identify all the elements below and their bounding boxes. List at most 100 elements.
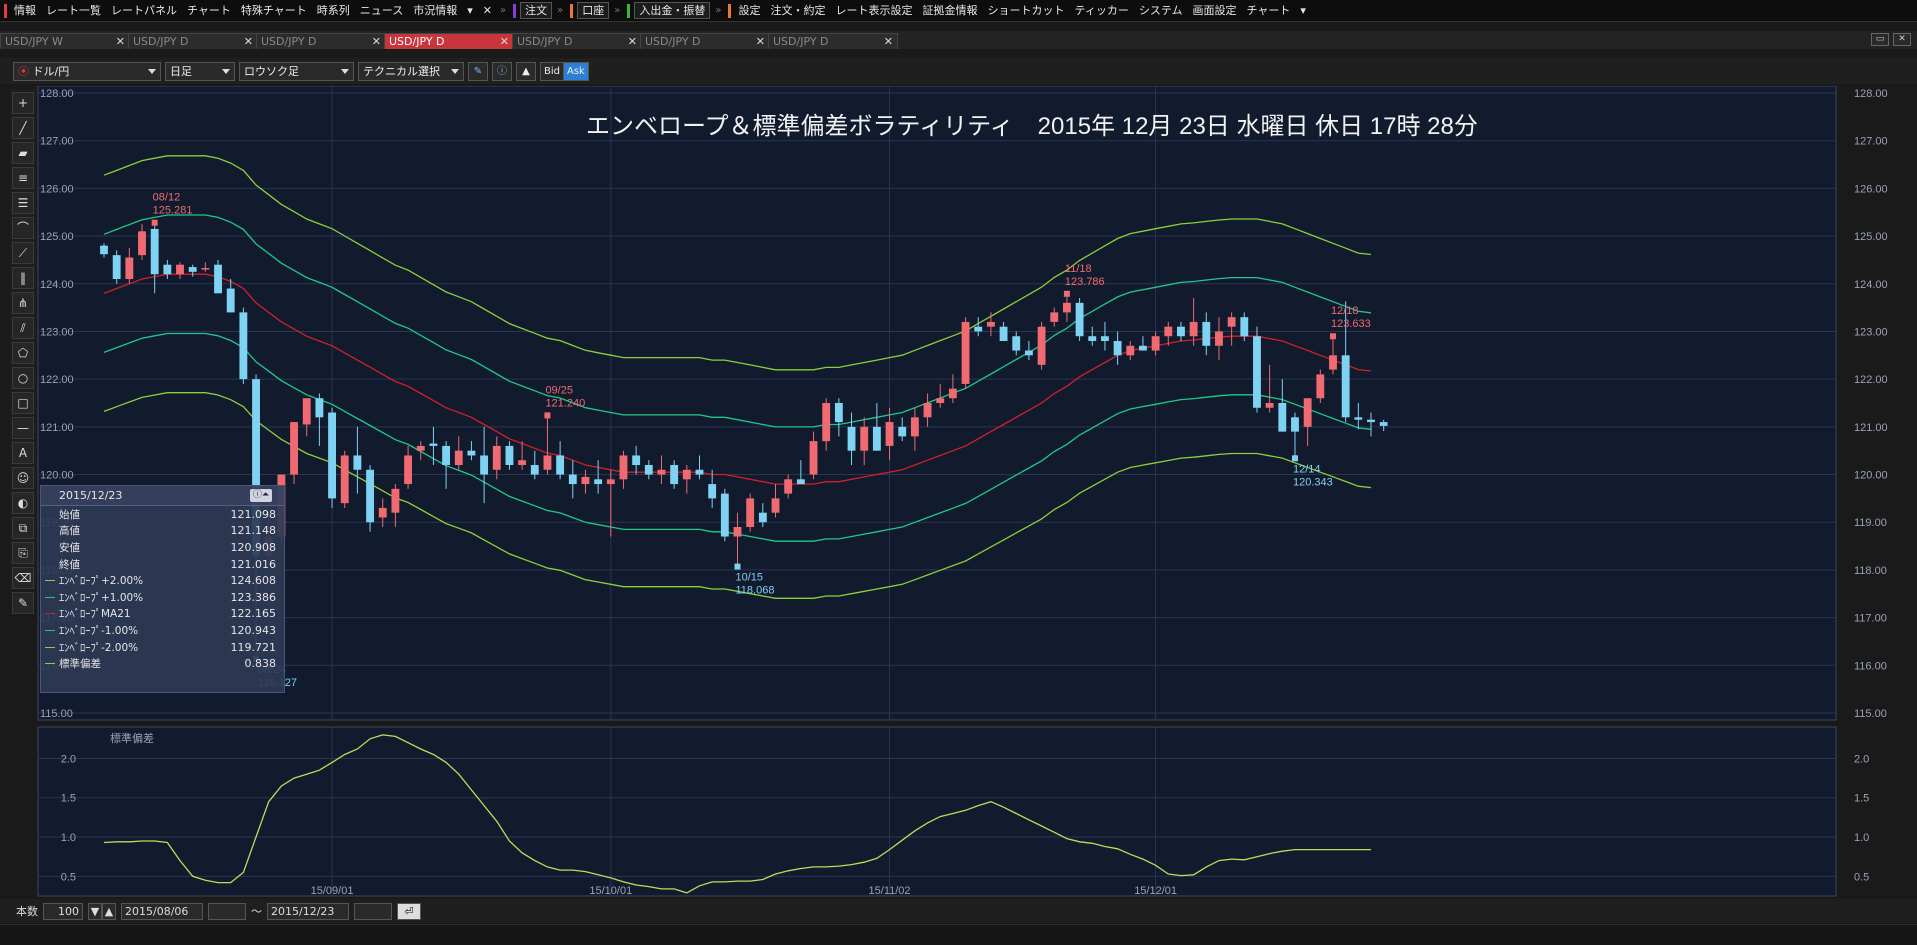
menu-item[interactable]: 設定 xyxy=(733,0,765,21)
chart-type-select[interactable]: ロウソク足 xyxy=(239,61,354,81)
menu-item[interactable]: システム xyxy=(1134,0,1188,21)
pen-icon[interactable]: ✎ xyxy=(468,61,488,81)
menu-item[interactable]: 口座 xyxy=(577,2,610,19)
close-window-icon[interactable]: ✕ xyxy=(1893,33,1911,46)
circle-icon[interactable]: ○ xyxy=(12,367,34,389)
chart-tab[interactable]: USD/JPY D ✕ xyxy=(128,33,258,49)
pentagon-icon[interactable]: ⬠ xyxy=(12,342,34,364)
chart-tab[interactable]: USD/JPY D ✕ xyxy=(768,33,898,49)
menu-item[interactable]: 入出金・振替 xyxy=(634,2,711,19)
currency-pair-select[interactable]: ⦿ ドル/円 xyxy=(13,61,161,81)
fan-icon[interactable]: ⟋ xyxy=(12,242,34,264)
candle-body xyxy=(556,455,565,475)
vertical-lines-icon[interactable]: ‖ xyxy=(12,267,34,289)
line-icon[interactable]: — xyxy=(12,417,34,439)
tab-label: USD/JPY W xyxy=(5,35,63,48)
menu-item[interactable]: ニュース xyxy=(355,0,408,21)
chart-tab[interactable]: USD/JPY D ✕ xyxy=(512,33,642,49)
menu-item[interactable]: 時系列 xyxy=(312,0,355,21)
extreme-date: 12/18 xyxy=(1331,305,1359,317)
crosshair-icon[interactable]: + xyxy=(12,92,34,114)
legend-swatch xyxy=(45,564,55,565)
copy-icon[interactable]: ⧉ xyxy=(12,517,34,539)
count-up-icon[interactable]: ▲ xyxy=(102,902,116,920)
candle-body xyxy=(1101,336,1109,341)
tab-close-icon[interactable]: ✕ xyxy=(628,34,637,49)
tab-close-icon[interactable]: ✕ xyxy=(756,34,765,49)
chart-area[interactable]: 128.00 128.00 127.00 127.00 126.00 126.00 125.… xyxy=(36,86,1912,899)
from-date-input[interactable]: 2015/08/06 xyxy=(121,902,203,920)
mountain-chart-icon[interactable]: ▲ xyxy=(516,61,536,81)
to-time-input[interactable] xyxy=(354,902,392,920)
stamp-icon[interactable]: ☺ xyxy=(12,467,34,489)
ask-button[interactable]: Ask xyxy=(563,61,589,81)
tab-close-icon[interactable]: ✕ xyxy=(372,34,381,49)
info-toggle-icon[interactable]: ⓘ⏶ xyxy=(250,489,272,502)
menu-item[interactable]: 市況情報 xyxy=(408,0,462,21)
menu-item[interactable]: レート表示設定 xyxy=(830,0,917,21)
horizontal-lines-icon[interactable]: ≡ xyxy=(12,167,34,189)
menu-item[interactable]: 注文・約定 xyxy=(765,0,830,21)
tab-close-icon[interactable]: ✕ xyxy=(116,34,125,49)
candle-body xyxy=(1024,350,1033,356)
menu-item[interactable]: ティッカー xyxy=(1069,0,1133,21)
apply-range-icon[interactable]: ⏎ xyxy=(397,902,421,920)
tab-close-icon[interactable]: ✕ xyxy=(244,34,253,49)
pitchfork-icon[interactable]: ⋔ xyxy=(12,292,34,314)
sub-plot-bg xyxy=(37,726,1837,897)
menu-item[interactable]: ショートカット xyxy=(982,0,1069,21)
menu-item[interactable]: チャート xyxy=(182,0,236,21)
menu-item[interactable]: 情報 xyxy=(9,0,41,21)
candle-body xyxy=(112,255,121,279)
restore-window-icon[interactable]: ▭ xyxy=(1871,33,1889,46)
info-icon[interactable]: ⓘ xyxy=(492,61,512,81)
paste-icon[interactable]: ⎘ xyxy=(12,542,34,564)
text-icon[interactable]: A xyxy=(12,442,34,464)
technical-select[interactable]: テクニカル選択 xyxy=(358,61,464,81)
ruler-icon[interactable]: ▰ xyxy=(12,142,34,164)
menu-dropdown-icon[interactable]: ▾ xyxy=(462,0,478,21)
candle-body xyxy=(619,455,628,480)
arc-icon[interactable]: ⌒ xyxy=(12,217,34,239)
candle-body xyxy=(733,527,742,537)
tab-close-icon[interactable]: ✕ xyxy=(884,34,893,49)
candle-body xyxy=(784,479,793,494)
chart-tab[interactable]: USD/JPY D ✕ xyxy=(384,33,514,49)
chart-tab[interactable]: USD/JPY D ✕ xyxy=(256,33,386,49)
menu-close-icon[interactable]: ✕ xyxy=(478,0,497,21)
x-tick-label: 15/12/01 xyxy=(1134,885,1177,897)
candle-body xyxy=(391,488,400,513)
erase-all-icon[interactable]: ✎ xyxy=(12,592,34,614)
menu-item[interactable]: 画面設定 xyxy=(1188,0,1242,21)
menu-item[interactable]: 特殊チャート xyxy=(236,0,312,21)
trendline-icon[interactable]: ╱ xyxy=(12,117,34,139)
eraser-icon[interactable]: ⌫ xyxy=(12,567,34,589)
count-down-icon[interactable]: ▼ xyxy=(88,902,102,920)
from-time-input[interactable] xyxy=(208,902,246,920)
channel-icon[interactable]: ⫽ xyxy=(12,317,34,339)
tab-label: USD/JPY D xyxy=(261,35,317,48)
candle-body xyxy=(1215,331,1223,346)
menu-item[interactable]: レートパネル xyxy=(106,0,182,21)
period-select[interactable]: 日足 xyxy=(165,61,235,81)
menu-dropdown-icon[interactable]: ▾ xyxy=(1295,0,1311,21)
tab-close-icon[interactable]: ✕ xyxy=(500,34,509,49)
count-input[interactable]: 100 xyxy=(43,902,83,920)
extreme-price: 123.633 xyxy=(1331,318,1371,330)
to-date-input[interactable]: 2015/12/23 xyxy=(267,902,349,920)
menu-item[interactable]: 証拠金情報 xyxy=(917,0,982,21)
candle-body xyxy=(302,398,311,425)
chart-canvas[interactable]: 128.00 128.00 127.00 127.00 126.00 126.00 125.… xyxy=(36,86,1912,899)
multi-lines-icon[interactable]: ☰ xyxy=(12,192,34,214)
bid-button[interactable]: Bid xyxy=(540,61,564,81)
menu-item[interactable]: レート一覧 xyxy=(41,0,106,21)
menu-item[interactable]: チャート xyxy=(1242,0,1296,21)
menu-item[interactable]: 注文 xyxy=(520,2,553,19)
magnet-icon[interactable]: ◐ xyxy=(12,492,34,514)
rectangle-icon[interactable]: □ xyxy=(12,392,34,414)
chart-tab[interactable]: USD/JPY W ✕ xyxy=(0,33,130,49)
candle-body xyxy=(1227,317,1236,327)
info-row: 安値 120.908 xyxy=(41,539,284,556)
chart-tab[interactable]: USD/JPY D ✕ xyxy=(640,33,770,49)
y-tick-label-left: 121.00 xyxy=(40,422,74,434)
